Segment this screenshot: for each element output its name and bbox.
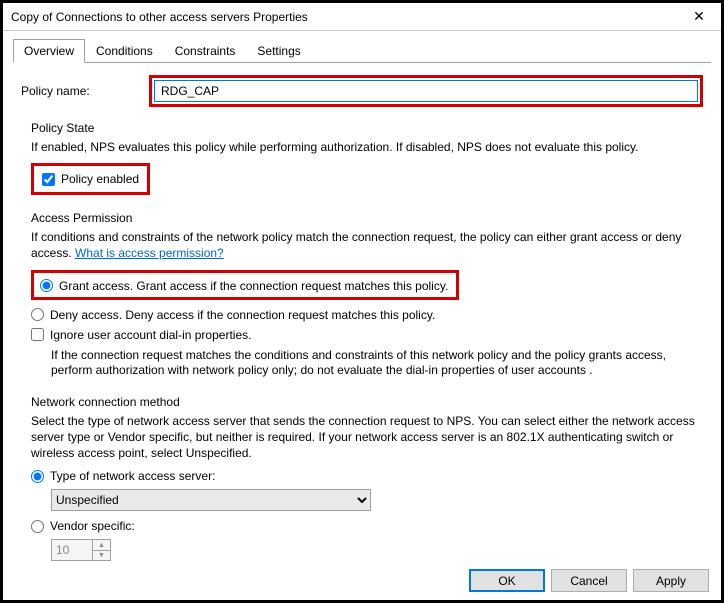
vendor-specific-radio-wrap[interactable]: Vendor specific: xyxy=(31,519,703,533)
policy-state-title: Policy State xyxy=(31,121,703,135)
window-title: Copy of Connections to other access serv… xyxy=(11,10,308,24)
deny-access-radio-wrap[interactable]: Deny access. Deny access if the connecti… xyxy=(31,308,703,322)
policy-name-row: Policy name: xyxy=(21,75,703,107)
policy-name-label: Policy name: xyxy=(21,84,151,98)
policy-name-highlight xyxy=(149,75,703,107)
ignore-dialin-checkbox[interactable] xyxy=(31,328,44,341)
close-button[interactable]: ✕ xyxy=(677,3,721,31)
tab-settings[interactable]: Settings xyxy=(246,39,311,62)
chevron-down-icon: ▼ xyxy=(98,552,105,559)
ignore-dialin-label: Ignore user account dial-in properties. xyxy=(50,328,251,342)
nas-type-select[interactable]: Unspecified xyxy=(51,489,371,511)
spinner-down-button[interactable]: ▼ xyxy=(93,551,110,561)
access-permission-desc: If conditions and constraints of the net… xyxy=(31,229,703,261)
titlebar: Copy of Connections to other access serv… xyxy=(3,3,721,31)
vendor-specific-spinner: ▲ ▼ xyxy=(51,539,111,561)
spinner-buttons: ▲ ▼ xyxy=(92,540,110,560)
ignore-dialin-checkbox-wrap[interactable]: Ignore user account dial-in properties. xyxy=(31,328,703,342)
access-permission-title: Access Permission xyxy=(31,211,703,225)
apply-button[interactable]: Apply xyxy=(633,569,709,592)
dialog-footer: OK Cancel Apply xyxy=(3,561,721,600)
tab-panel-overview: Policy name: Policy State If enabled, NP… xyxy=(13,63,711,561)
tab-constraints[interactable]: Constraints xyxy=(164,39,247,62)
grant-access-label: Grant access. Grant access if the connec… xyxy=(59,279,448,293)
network-connection-section: Network connection method Select the typ… xyxy=(31,395,703,561)
policy-enabled-label: Policy enabled xyxy=(61,172,139,186)
ok-button[interactable]: OK xyxy=(469,569,545,592)
policy-enabled-checkbox[interactable] xyxy=(42,173,55,186)
grant-access-highlight: Grant access. Grant access if the connec… xyxy=(31,270,459,300)
access-permission-link[interactable]: What is access permission? xyxy=(75,246,224,260)
policy-state-desc: If enabled, NPS evaluates this policy wh… xyxy=(31,139,703,155)
tab-overview[interactable]: Overview xyxy=(13,39,85,63)
grant-access-radio-wrap[interactable]: Grant access. Grant access if the connec… xyxy=(40,279,448,293)
nas-type-radio-wrap[interactable]: Type of network access server: xyxy=(31,469,703,483)
content-area: Overview Conditions Constraints Settings… xyxy=(3,31,721,561)
deny-access-label: Deny access. Deny access if the connecti… xyxy=(50,308,435,322)
cancel-button[interactable]: Cancel xyxy=(551,569,627,592)
access-permission-section: Access Permission If conditions and cons… xyxy=(31,211,703,379)
nas-type-label: Type of network access server: xyxy=(50,469,215,483)
network-connection-desc: Select the type of network access server… xyxy=(31,413,703,462)
policy-name-input[interactable] xyxy=(154,80,698,102)
deny-access-radio[interactable] xyxy=(31,308,44,321)
ignore-dialin-desc: If the connection request matches the co… xyxy=(51,348,703,379)
close-icon: ✕ xyxy=(693,8,705,25)
chevron-up-icon: ▲ xyxy=(98,542,105,549)
grant-access-radio[interactable] xyxy=(40,279,53,292)
spinner-up-button[interactable]: ▲ xyxy=(93,540,110,551)
vendor-specific-label: Vendor specific: xyxy=(50,519,135,533)
vendor-specific-radio[interactable] xyxy=(31,520,44,533)
tab-conditions[interactable]: Conditions xyxy=(85,39,164,62)
tab-strip: Overview Conditions Constraints Settings xyxy=(13,39,711,63)
policy-enabled-highlight: Policy enabled xyxy=(31,163,150,195)
policy-state-section: Policy State If enabled, NPS evaluates t… xyxy=(31,121,703,195)
dialog-window: Copy of Connections to other access serv… xyxy=(0,0,724,603)
network-connection-title: Network connection method xyxy=(31,395,703,409)
vendor-specific-input xyxy=(52,540,92,560)
nas-type-radio[interactable] xyxy=(31,470,44,483)
policy-enabled-checkbox-wrap[interactable]: Policy enabled xyxy=(42,172,139,186)
